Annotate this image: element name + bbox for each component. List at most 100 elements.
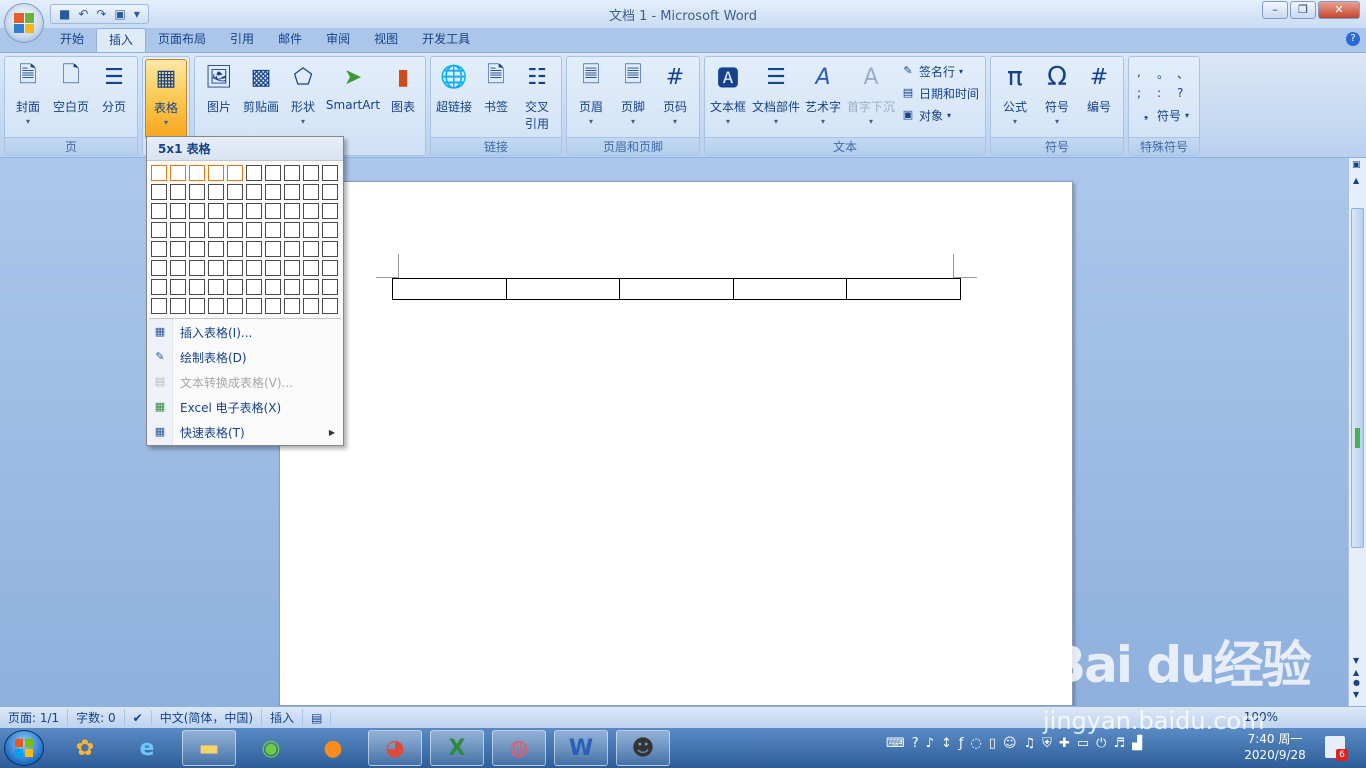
close-button[interactable]: ✕ <box>1318 1 1360 19</box>
table-grid-cell[interactable] <box>265 241 281 257</box>
table-grid-cell[interactable] <box>284 203 300 219</box>
table-grid-cell[interactable] <box>303 279 319 295</box>
table-grid-cell[interactable] <box>227 184 243 200</box>
table-grid-cell[interactable] <box>284 298 300 314</box>
macro-icon[interactable]: ▤ <box>303 710 332 725</box>
special-symbol-button[interactable]: ❟ 符号 ▾ <box>1139 105 1189 125</box>
taskbar-ie-icon[interactable]: e <box>120 730 174 766</box>
quick-tables-item[interactable]: ▦ 快速表格(T) ▶ <box>147 420 343 444</box>
table-button[interactable]: ▦ 表格 ▾ <box>145 59 187 139</box>
table-grid-cell[interactable] <box>246 279 262 295</box>
table-cell[interactable] <box>734 279 848 299</box>
tab-view[interactable]: 视图 <box>362 28 410 52</box>
wechat-icon[interactable]: ◌ <box>970 736 981 751</box>
drop-cap-button[interactable]: A 首字下沉 ▾ <box>845 59 897 137</box>
table-grid-cell[interactable] <box>208 260 224 276</box>
table-grid-cell[interactable] <box>322 241 338 257</box>
insert-table-item[interactable]: ▦ 插入表格(I)... <box>147 320 343 344</box>
next-page-icon[interactable]: ▼ <box>1353 690 1359 699</box>
table-grid-cell[interactable] <box>265 260 281 276</box>
maximize-button[interactable]: ❐ <box>1290 1 1316 19</box>
taskbar-excel-icon[interactable]: X <box>430 730 484 766</box>
table-cell[interactable] <box>847 279 960 299</box>
tab-insert[interactable]: 插入 <box>96 28 147 52</box>
table-grid-cell[interactable] <box>208 298 224 314</box>
special-char[interactable]: ? <box>1177 86 1197 100</box>
flash-icon[interactable]: ƒ <box>959 736 964 751</box>
taskbar-word-icon[interactable]: W <box>554 730 608 766</box>
tab-page-layout[interactable]: 页面布局 <box>146 28 218 52</box>
table-grid-cell[interactable] <box>303 241 319 257</box>
taskbar-photo-icon[interactable]: ☻ <box>616 730 670 766</box>
scroll-up-icon[interactable]: ▲ <box>1353 176 1359 185</box>
table-grid-cell[interactable] <box>322 279 338 295</box>
table-grid-cell[interactable] <box>284 279 300 295</box>
table-grid-cell[interactable] <box>303 222 319 238</box>
table-grid-cell[interactable] <box>151 260 167 276</box>
table-grid-cell[interactable] <box>151 165 167 181</box>
table-grid-cell[interactable] <box>189 298 205 314</box>
table-grid-cell[interactable] <box>303 203 319 219</box>
draw-table-item[interactable]: ✎ 绘制表格(D) <box>147 345 343 369</box>
table-grid-cell[interactable] <box>265 279 281 295</box>
table-cell[interactable] <box>393 279 507 299</box>
usb-icon[interactable]: ▯ <box>989 736 996 751</box>
shield-icon[interactable]: ⛨ <box>1042 736 1052 751</box>
table-grid-cell[interactable] <box>265 203 281 219</box>
help-tray-icon[interactable]: ? <box>912 736 919 751</box>
table-cell[interactable] <box>507 279 621 299</box>
table-grid-cell[interactable] <box>265 222 281 238</box>
taskbar-app2-icon[interactable]: ◍ <box>492 730 546 766</box>
table-grid-cell[interactable] <box>227 241 243 257</box>
minimize-button[interactable]: – <box>1262 1 1288 19</box>
table-grid-cell[interactable] <box>227 260 243 276</box>
clock[interactable]: 7:40 周一 2020/9/28 <box>1240 731 1310 763</box>
special-char[interactable]: ; <box>1137 86 1157 100</box>
table-grid-cell[interactable] <box>151 184 167 200</box>
table-grid-cell[interactable] <box>189 165 205 181</box>
table-grid-cell[interactable] <box>265 165 281 181</box>
table-grid-cell[interactable] <box>170 260 186 276</box>
table-grid-cell[interactable] <box>208 165 224 181</box>
page-break-button[interactable]: ☰ 分页 <box>95 59 133 137</box>
shapes-button[interactable]: ⬠ 形状 ▾ <box>285 59 321 137</box>
bookmark-button[interactable]: 🗎 书签 <box>479 59 513 137</box>
table-grid-cell[interactable] <box>303 260 319 276</box>
table-grid-cell[interactable] <box>246 298 262 314</box>
table-grid-cell[interactable] <box>227 279 243 295</box>
proofing-icon[interactable]: ✔ <box>125 710 152 725</box>
table-grid-cell[interactable] <box>227 222 243 238</box>
wordart-button[interactable]: A 艺术字 ▾ <box>803 59 843 137</box>
table-grid-cell[interactable] <box>208 222 224 238</box>
table-grid-cell[interactable] <box>151 279 167 295</box>
tab-references[interactable]: 引用 <box>218 28 266 52</box>
status-words[interactable]: 字数: 0 <box>68 709 125 726</box>
help-icon[interactable]: ? <box>1346 32 1360 46</box>
table-grid-cell[interactable] <box>189 260 205 276</box>
status-page[interactable]: 页面: 1/1 <box>0 709 69 726</box>
table-grid-cell[interactable] <box>322 260 338 276</box>
table-grid-cell[interactable] <box>322 184 338 200</box>
tab-review[interactable]: 审阅 <box>314 28 362 52</box>
zoom-level[interactable]: 100% <box>1236 710 1286 724</box>
document-table[interactable] <box>392 278 961 300</box>
network-tray-icon[interactable]: ↕ <box>941 736 952 751</box>
table-grid-cell[interactable] <box>246 203 262 219</box>
taskbar-360-icon[interactable]: ◉ <box>244 730 298 766</box>
chart-button[interactable]: ▮ 图表 <box>385 59 421 137</box>
table-grid-cell[interactable] <box>170 279 186 295</box>
qq-icon[interactable]: ☺ <box>1003 736 1017 751</box>
taskbar-chrome-icon[interactable]: ◕ <box>368 730 422 766</box>
table-grid-cell[interactable] <box>322 222 338 238</box>
taskbar-explorer-icon[interactable]: ▬ <box>182 730 236 766</box>
keyboard-icon[interactable]: ⌨ <box>886 736 905 751</box>
special-char[interactable]: : <box>1157 86 1177 100</box>
table-grid-cell[interactable] <box>265 298 281 314</box>
bell-icon[interactable]: ♫ <box>1024 736 1036 751</box>
table-grid-cell[interactable] <box>189 241 205 257</box>
symbol-button[interactable]: Ω 符号 ▾ <box>1037 59 1077 137</box>
table-grid-cell[interactable] <box>170 184 186 200</box>
status-language[interactable]: 中文(简体，中国) <box>152 709 263 726</box>
quick-parts-button[interactable]: ☰ 文档部件 ▾ <box>751 59 801 137</box>
table-grid-cell[interactable] <box>151 222 167 238</box>
